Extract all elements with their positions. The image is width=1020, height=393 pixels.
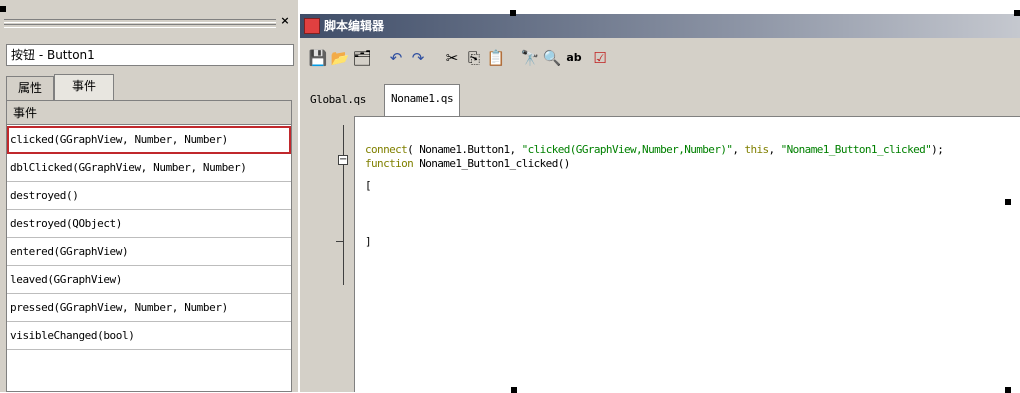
titlebar-grip <box>4 19 276 23</box>
redo-icon[interactable]: ↷ <box>408 48 428 68</box>
resize-handle[interactable] <box>1005 387 1011 393</box>
tab-events[interactable]: 事件 <box>54 74 114 100</box>
code-line: [ <box>365 179 372 192</box>
save-all-icon[interactable]: 🗂 <box>352 48 372 68</box>
tab-noname1-qs[interactable]: Noname1.qs <box>384 84 461 117</box>
event-item[interactable]: destroyed(QObject) <box>7 210 291 238</box>
code-text: , <box>768 143 781 156</box>
titlebar-grip <box>4 24 276 28</box>
toolbar: 💾 📂 🗂 ↶ ↷ ✂ ⎘ 📋 🔭 🔍 ab ☑ <box>300 42 1020 76</box>
window-title: 脚本编辑器 <box>324 19 385 33</box>
undo-icon[interactable]: ↶ <box>386 48 406 68</box>
code-text: ); <box>931 143 944 156</box>
fold-line <box>343 125 344 285</box>
fold-end-marker <box>336 241 344 242</box>
code-string: "Noname1_Button1_clicked" <box>780 143 932 156</box>
event-item[interactable]: visibleChanged(bool) <box>7 322 291 350</box>
code-line: function Noname1_Button1_clicked() <box>365 157 570 171</box>
properties-panel: × 按钮 - Button1 属性 事件 事件 clicked(GGraphVi… <box>0 0 298 392</box>
fold-toggle-icon[interactable]: − <box>338 155 348 165</box>
close-icon[interactable]: × <box>278 14 292 28</box>
app-icon <box>304 18 320 34</box>
editor-titlebar[interactable]: 脚本编辑器 <box>300 14 1020 38</box>
save-icon[interactable]: 💾 <box>308 48 328 68</box>
events-header: 事件 <box>7 101 291 125</box>
script-editor-window: 脚本编辑器 💾 📂 🗂 ↶ ↷ ✂ ⎘ 📋 🔭 🔍 ab ☑ Global.qs… <box>300 14 1020 393</box>
object-name-field[interactable]: 按钮 - Button1 <box>6 44 294 66</box>
event-item[interactable]: leaved(GGraphView) <box>7 266 291 294</box>
panel-titlebar[interactable]: × <box>0 14 298 32</box>
resize-handle[interactable] <box>0 6 6 12</box>
events-list: 事件 clicked(GGraphView, Number, Number) d… <box>6 100 292 392</box>
code-line: ] <box>365 235 372 248</box>
tab-properties[interactable]: 属性 <box>6 76 54 100</box>
resize-handle[interactable] <box>1005 199 1011 205</box>
resize-handle[interactable] <box>1014 10 1020 16</box>
code-keyword: function <box>365 157 414 170</box>
copy-icon[interactable]: ⎘ <box>464 48 484 68</box>
event-item[interactable]: clicked(GGraphView, Number, Number) <box>7 126 291 154</box>
event-item[interactable]: entered(GGraphView) <box>7 238 291 266</box>
replace-icon[interactable]: ab <box>564 48 584 68</box>
code-text: Noname1_Button1_clicked() <box>413 157 570 170</box>
find-icon[interactable]: 🔭 <box>520 48 540 68</box>
code-text: ( Noname1.Button1, <box>407 143 522 156</box>
event-item[interactable]: dblClicked(GGraphView, Number, Number) <box>7 154 291 182</box>
code-keyword: this <box>744 143 769 156</box>
check-icon[interactable]: ☑ <box>590 48 610 68</box>
find-next-icon[interactable]: 🔍 <box>542 48 562 68</box>
resize-handle[interactable] <box>510 10 516 16</box>
paste-icon[interactable]: 📋 <box>486 48 506 68</box>
event-item[interactable]: pressed(GGraphView, Number, Number) <box>7 294 291 322</box>
code-editor[interactable]: − connect( Noname1.Button1, "clicked(GGr… <box>336 116 1020 393</box>
event-item[interactable]: destroyed() <box>7 182 291 210</box>
open-icon[interactable]: 📂 <box>330 48 350 68</box>
code-line: connect( Noname1.Button1, "clicked(GGrap… <box>365 143 944 157</box>
file-tabs: Global.qs Noname1.qs <box>300 84 1020 117</box>
cut-icon[interactable]: ✂ <box>442 48 462 68</box>
code-keyword: connect <box>365 143 408 156</box>
tab-global-qs[interactable]: Global.qs <box>304 86 372 114</box>
code-text: , <box>732 143 745 156</box>
code-string: "clicked(GGraphView,Number,Number)" <box>521 143 733 156</box>
resize-handle[interactable] <box>511 387 517 393</box>
